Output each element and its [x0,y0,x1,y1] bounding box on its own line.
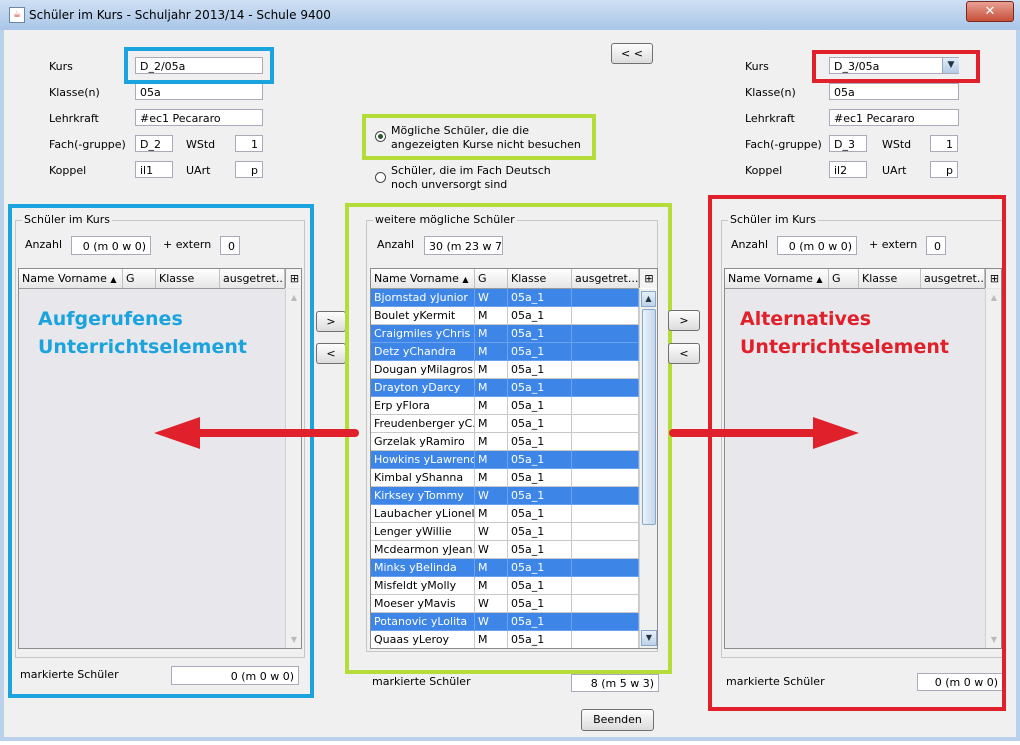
java-app-icon: ☕ [9,7,25,23]
back-button[interactable]: < < [611,43,653,64]
left-koppel-field[interactable]: il1 [135,161,173,178]
filter-option1-line1: Mögliche Schüler, die die [391,124,530,137]
left-annotation: Aufgerufenes Unterrichtselement [38,305,247,361]
filter-option2-line2: noch unversorgt sind [391,178,508,191]
right-annotation-line2: Unterrichtselement [740,336,949,358]
left-fach-field[interactable]: D_2 [135,135,173,152]
move-left-left-button[interactable]: < [316,343,346,364]
left-wstd-field[interactable]: 1 [235,135,263,152]
left-panel-highlight [8,204,314,698]
arrow-right-icon [669,417,859,449]
left-kurs-highlight [124,47,274,84]
right-kurs-highlight [812,50,980,83]
left-lehrkraft-field[interactable]: #ec1 Pecararo [135,109,263,126]
right-annotation: Alternatives Unterrichtselement [740,305,949,361]
right-kurs-label: Kurs [745,60,769,73]
right-lehrkraft-label: Lehrkraft [745,112,795,125]
window-title: Schüler im Kurs - Schuljahr 2013/14 - Sc… [29,8,331,22]
title-bar[interactable]: ☕ Schüler im Kurs - Schuljahr 2013/14 - … [0,0,1020,31]
left-lehrkraft-label: Lehrkraft [49,112,99,125]
move-right-right-button[interactable]: > [668,310,700,331]
right-fach-field[interactable]: D_3 [829,135,867,152]
move-right-left-button[interactable]: > [316,311,346,332]
right-wstd-field[interactable]: 1 [930,135,958,152]
arrow-left-icon [154,417,359,449]
middle-markierte-label: markierte Schüler [372,675,471,688]
close-icon: ✕ [984,4,996,19]
left-klassen-label: Klasse(n) [49,86,100,99]
left-kurs-label: Kurs [49,60,73,73]
filter-option1-label[interactable]: Mögliche Schüler, die die angezeigten Ku… [391,124,581,152]
filter-option1-radio[interactable] [375,131,386,142]
right-fach-label: Fach(-gruppe) [745,138,822,151]
right-annotation-line1: Alternatives [740,308,872,330]
left-fach-label: Fach(-gruppe) [49,138,126,151]
right-koppel-field[interactable]: il2 [829,161,867,178]
filter-option2-line1: Schüler, die im Fach Deutsch [391,164,551,177]
filter-option1-line2: angezeigten Kurse nicht besuchen [391,138,581,151]
beenden-button[interactable]: Beenden [581,709,654,731]
left-koppel-label: Koppel [49,164,87,177]
left-annotation-line2: Unterrichtselement [38,336,247,358]
middle-markierte-field: 8 (m 5 w 3) [571,674,659,692]
left-uart-label: UArt [186,164,211,177]
right-koppel-label: Koppel [745,164,783,177]
right-lehrkraft-field[interactable]: #ec1 Pecararo [829,109,959,126]
move-left-right-button[interactable]: < [668,343,700,364]
right-panel-highlight [708,195,1006,711]
right-uart-label: UArt [882,164,907,177]
right-uart-field[interactable]: p [930,161,958,178]
middle-panel-highlight [345,203,672,674]
filter-option2-radio[interactable] [375,172,386,183]
left-wstd-label: WStd [186,138,216,151]
left-annotation-line1: Aufgerufenes [38,308,183,330]
right-klassen-label: Klasse(n) [745,86,796,99]
left-klassen-field[interactable]: 05a [135,83,263,100]
left-uart-field[interactable]: p [235,161,263,178]
close-button[interactable]: ✕ [966,1,1014,22]
right-klassen-field[interactable]: 05a [829,83,959,100]
filter-option2-label[interactable]: Schüler, die im Fach Deutsch noch unvers… [391,164,551,192]
right-wstd-label: WStd [882,138,912,151]
